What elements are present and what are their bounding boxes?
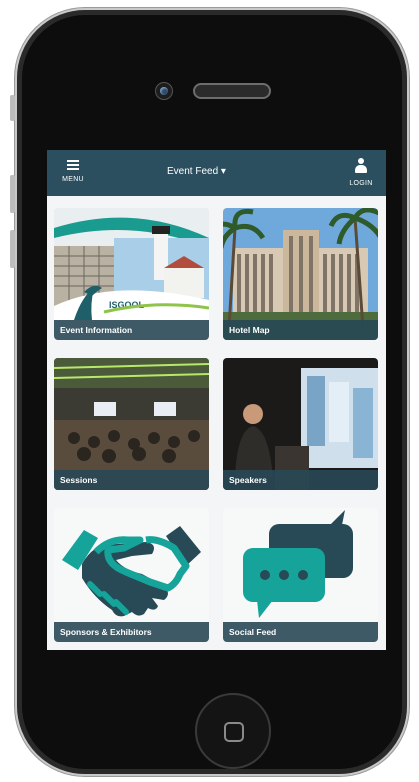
volume-down-button [10, 230, 15, 268]
user-icon [354, 158, 368, 174]
tile-speakers[interactable]: Speakers [223, 358, 378, 490]
login-button[interactable]: LOGIN [344, 158, 378, 187]
menu-label: MENU [62, 176, 84, 183]
earpiece-speaker [193, 83, 271, 99]
app-screen: MENU Event Feed ▾ LOGIN ISGOOL Event Inf… [47, 150, 386, 650]
event-feed-dropdown[interactable]: Event Feed ▾ [167, 166, 226, 177]
tile-label: Sessions [54, 470, 209, 490]
login-label: LOGIN [349, 180, 373, 187]
volume-up-button [10, 175, 15, 213]
hamburger-icon [67, 160, 79, 170]
mute-switch [10, 95, 15, 121]
tile-social-feed[interactable]: Social Feed [223, 508, 378, 642]
tile-sessions[interactable]: Sessions [54, 358, 209, 490]
front-camera [155, 82, 173, 100]
tile-hotel-map[interactable]: Hotel Map [223, 208, 378, 340]
tile-event-information[interactable]: ISGOOL Event Information [54, 208, 209, 340]
tile-label: Hotel Map [223, 320, 378, 340]
tile-label: Sponsors & Exhibitors [54, 622, 209, 642]
home-square-icon [224, 722, 244, 742]
tile-label: Speakers [223, 470, 378, 490]
menu-button[interactable]: MENU [57, 158, 89, 183]
tile-label: Event Information [54, 320, 209, 340]
tile-label: Social Feed [223, 622, 378, 642]
top-navbar: MENU Event Feed ▾ LOGIN [47, 150, 386, 196]
tile-sponsors-exhibitors[interactable]: Sponsors & Exhibitors [54, 508, 209, 642]
home-button[interactable] [195, 693, 271, 769]
